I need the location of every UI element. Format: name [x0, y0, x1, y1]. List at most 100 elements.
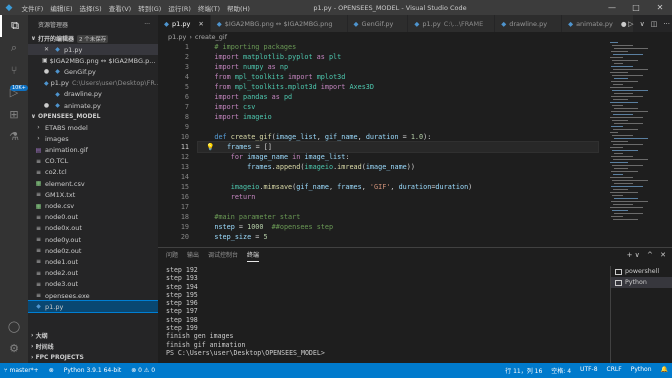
extensions-icon[interactable]: ⊞	[0, 103, 28, 125]
python-file-icon: ◆	[501, 19, 507, 28]
minimap-line	[611, 186, 643, 187]
code-editor[interactable]: 1 # importing packages 2 import matplotli…	[158, 42, 599, 247]
cursor-position[interactable]: 行 11，列 16	[505, 366, 542, 375]
file-tree-item[interactable]: ≡ CO.TCL	[28, 156, 158, 167]
problems-indicator[interactable]: ⊗ 0 ⚠ 0	[131, 367, 155, 374]
menu-item[interactable]: 终端(T)	[194, 3, 223, 13]
python-interpreter-button[interactable]: Python 3.9.1 64-bit	[64, 367, 122, 374]
file-tree-item[interactable]: ≡ node0z.out	[28, 245, 158, 256]
testing-icon[interactable]: ⚗	[0, 125, 28, 147]
file-tree-item[interactable]: ▦ node.csv	[28, 200, 158, 211]
timeline-section[interactable]: › 时间线	[28, 341, 158, 352]
file-tree-item[interactable]: ◆ p1.py	[28, 300, 158, 314]
editor-tab[interactable]: ◆ p1.py C:\...\FRAME	[408, 15, 496, 32]
account-icon[interactable]: ◯	[0, 315, 28, 337]
more-actions-icon[interactable]: ···	[663, 20, 670, 28]
open-editor-label: p1.py	[64, 45, 83, 54]
tab-label: p1.py	[422, 19, 441, 28]
open-editor-item[interactable]: ▣ $IGA2MBG.png ↔ $IGA2MBG.p...	[28, 55, 158, 66]
project-section[interactable]: ∨ OPENSEES_MODEL	[28, 111, 158, 122]
search-icon[interactable]: ⌕	[0, 37, 28, 59]
maximize-button[interactable]: □	[624, 0, 648, 15]
new-terminal-button[interactable]: + ∨	[627, 251, 640, 259]
editor-tab[interactable]: ◆ p1.py ✕	[158, 15, 211, 32]
editor-tab[interactable]: ◆ GenGif.py	[347, 15, 409, 32]
open-editor-item[interactable]: ◆ p1.py C:\Users\user\Desktop\FR...	[28, 78, 158, 89]
file-tree-item[interactable]: ≡ GM1X.txt	[28, 189, 158, 200]
terminal-output[interactable]: step 192 step 193 step 194 step 195 step 196…	[166, 266, 606, 357]
encoding[interactable]: UTF-8	[580, 366, 598, 375]
file-icon: ≡	[35, 157, 42, 165]
explorer-more-button[interactable]: ···	[144, 21, 150, 28]
menu-item[interactable]: 查看(V)	[105, 3, 135, 13]
file-tree-item[interactable]: ≡ node3.out	[28, 279, 158, 290]
file-tree-item[interactable]: ≡ node2.out	[28, 268, 158, 279]
file-tree-item[interactable]: › images	[28, 133, 158, 144]
explorer-icon[interactable]: ⧉	[0, 15, 28, 37]
panel-tab[interactable]: 问题	[166, 250, 178, 261]
source-control-icon[interactable]: ⑂	[0, 59, 28, 81]
terminal-instance[interactable]: powershell	[611, 266, 672, 277]
python-file-icon: ◆	[568, 19, 574, 28]
menu-item[interactable]: 文件(F)	[18, 3, 47, 13]
split-editor-icon[interactable]: ◫	[651, 20, 658, 28]
terminal-instance[interactable]: Python	[611, 277, 672, 288]
maximize-panel-button[interactable]: ^	[647, 251, 653, 259]
file-tree-item[interactable]: ≡ node0y.out	[28, 234, 158, 245]
close-window-button[interactable]: ✕	[648, 0, 672, 15]
menu-item[interactable]: 选择(S)	[76, 3, 105, 13]
notifications-bell-icon[interactable]: 🔔	[661, 366, 668, 375]
line-ending[interactable]: CRLF	[607, 366, 622, 375]
file-tree-item[interactable]: ≡ node0x.out	[28, 223, 158, 234]
minimap-line	[612, 120, 628, 121]
menu-item[interactable]: 编辑(E)	[47, 3, 76, 13]
open-editor-item[interactable]: ● ◆ GenGif.py	[28, 66, 158, 77]
close-panel-button[interactable]: ✕	[660, 251, 666, 259]
line-number: 4	[184, 73, 189, 81]
file-tree-item[interactable]: › ETABS model	[28, 122, 158, 133]
file-tree-item[interactable]: ≡ node0.out	[28, 212, 158, 223]
code-token: 1.0	[410, 133, 424, 141]
minimize-button[interactable]: —	[600, 0, 624, 15]
run-dropdown-icon[interactable]: ∨	[640, 20, 645, 28]
open-editor-item[interactable]: ✕ ◆ p1.py	[28, 44, 158, 56]
git-branch-button[interactable]: ⑂ master*+	[4, 367, 39, 374]
sync-icon[interactable]: ⊗	[49, 367, 54, 374]
indentation[interactable]: 空格: 4	[551, 366, 571, 375]
panel-tab[interactable]: 输出	[187, 250, 199, 261]
open-editor-item[interactable]: ● ◆ animate.py	[28, 100, 158, 111]
breadcrumb-symbol[interactable]: create_gif	[195, 33, 227, 41]
menu-item[interactable]: 转到(G)	[135, 3, 165, 13]
minimap[interactable]	[610, 42, 660, 247]
terminal-line: finish gen images	[166, 332, 234, 341]
code-token: frames	[226, 143, 252, 151]
run-file-icon[interactable]: ▷	[628, 20, 633, 28]
minimap-line	[611, 81, 638, 82]
panel-tab[interactable]: 终端	[247, 250, 260, 262]
code-line: 9	[158, 122, 598, 132]
minimap-line	[611, 51, 628, 52]
code-token: 1000	[247, 223, 264, 231]
menu-item[interactable]: 帮助(H)	[223, 3, 253, 13]
file-tree-item[interactable]: ≡ opensees.exe	[28, 290, 158, 301]
menu-item[interactable]: 运行(R)	[165, 3, 195, 13]
line-text: 💡 frames = []	[197, 141, 599, 153]
open-editors-section[interactable]: ∨ 打开的编辑器 2 个未保存	[28, 33, 158, 44]
panel-tab[interactable]: 调试控制台	[208, 250, 238, 261]
breadcrumb-file[interactable]: p1.py	[168, 33, 186, 41]
timeline-label: 时间线	[35, 344, 54, 351]
fpc-projects-section[interactable]: › FPC PROJECTS	[28, 352, 158, 363]
language-mode[interactable]: Python	[631, 366, 652, 375]
file-tree-item[interactable]: ≡ node1.out	[28, 256, 158, 267]
open-editor-item[interactable]: ◆ drawline.py	[28, 89, 158, 100]
file-name: node.csv	[45, 202, 75, 211]
minimap-line	[612, 60, 638, 61]
settings-gear-icon[interactable]: ⚙	[0, 337, 28, 359]
editor-tab[interactable]: ◆ $IGA2MBG.png ↔ $IGA2MBG.png	[210, 15, 348, 32]
file-tree-item[interactable]: ▦ element.csv	[28, 178, 158, 189]
file-tree-item[interactable]: ▤ animation.gif	[28, 145, 158, 156]
close-icon[interactable]: ✕	[198, 20, 203, 28]
file-tree-item[interactable]: ≡ co2.tcl	[28, 167, 158, 178]
outline-section[interactable]: › 大纲	[28, 330, 158, 341]
editor-tab[interactable]: ◆ drawline.py	[495, 15, 563, 32]
